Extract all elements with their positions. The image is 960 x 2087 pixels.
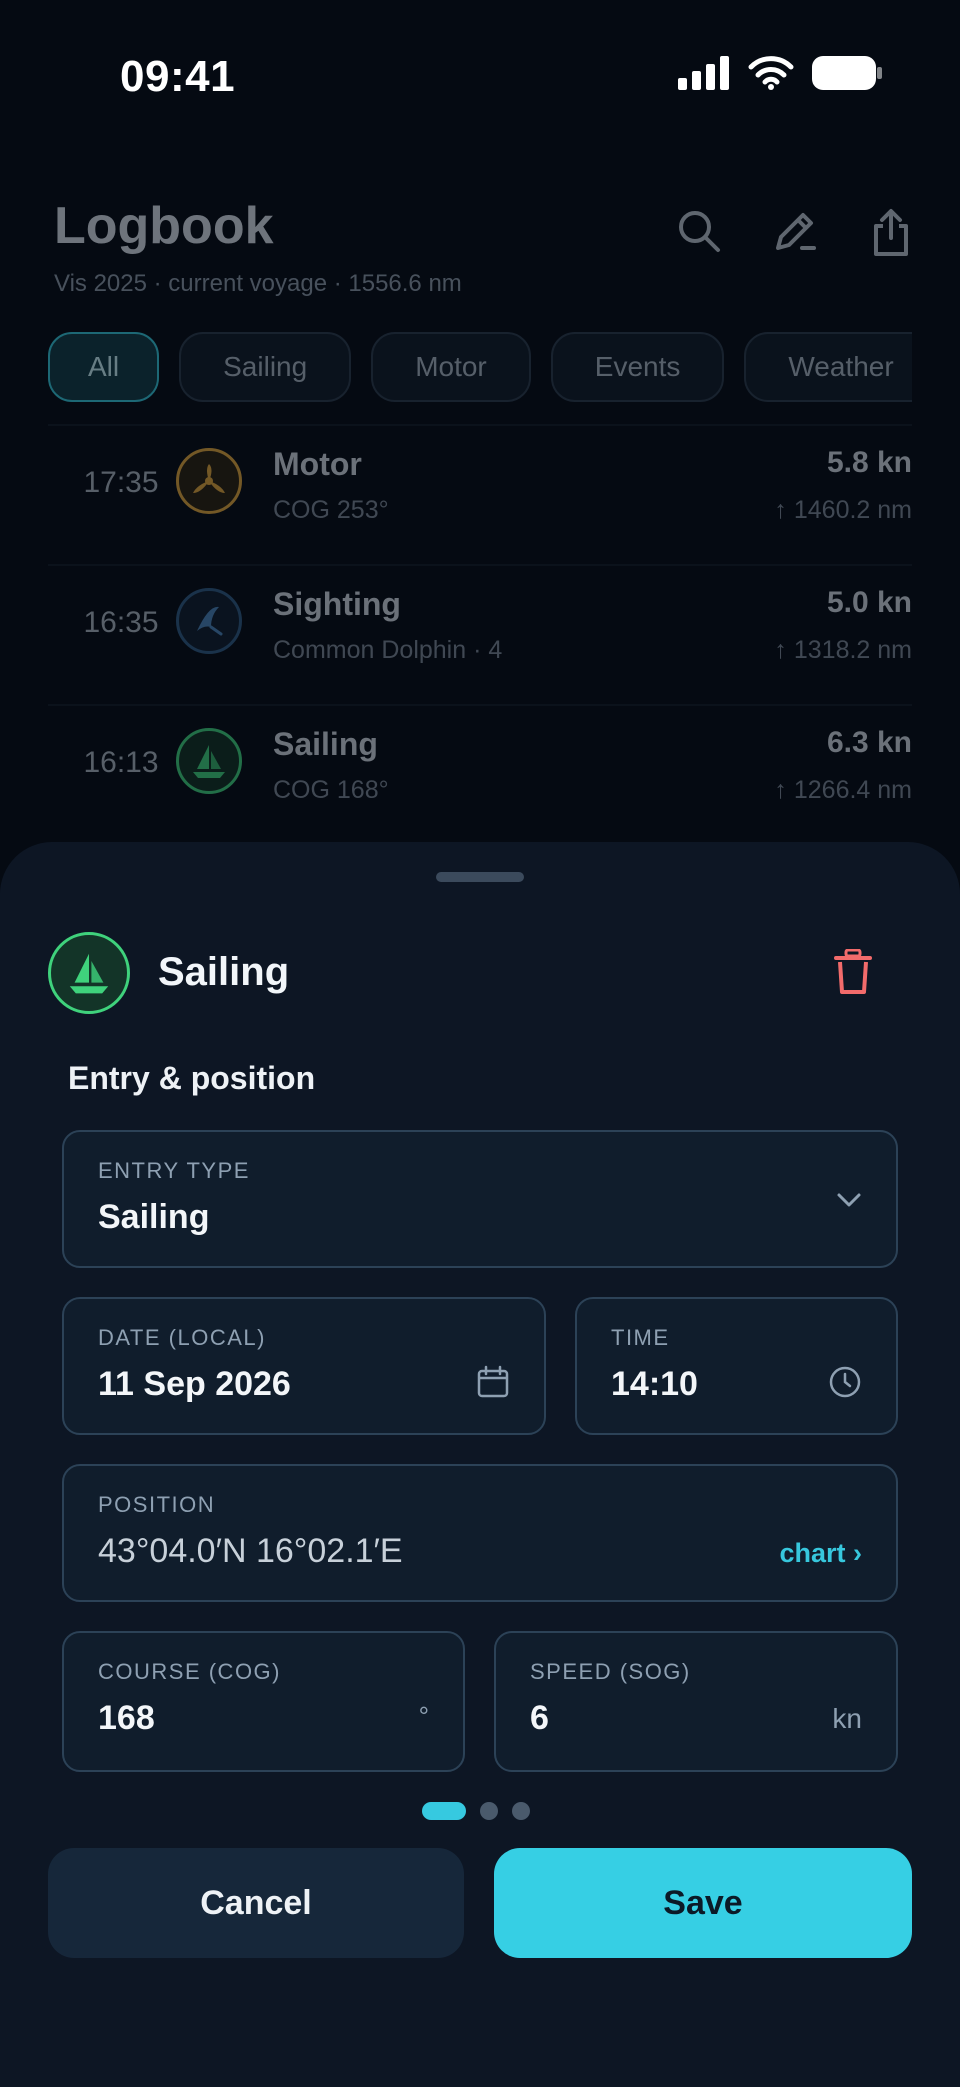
- calendar-icon[interactable]: [476, 1365, 510, 1399]
- speed-input[interactable]: SPEED (SOG) 6 kn: [494, 1631, 898, 1772]
- position-field[interactable]: POSITION 43°04.0′N 16°02.1′E chart ›: [62, 1464, 898, 1602]
- position-label: POSITION: [98, 1492, 216, 1517]
- dolphin-fin-icon: [197, 606, 223, 636]
- section-title: Entry & position: [68, 1060, 316, 1096]
- log-entry[interactable]: 17:35 Motor COG 253° 5.8 kn ↑ 1460.2 nm: [48, 424, 912, 564]
- course-input[interactable]: COURSE (COG) 168 °: [62, 1631, 465, 1772]
- date-label: DATE (LOCAL): [98, 1325, 266, 1350]
- voyage-subtitle: Vis 2025 · current voyage · 1556.6 nm: [54, 270, 462, 297]
- status-bar: 09:41: [0, 0, 960, 150]
- entry-type-label: ENTRY TYPE: [98, 1158, 250, 1183]
- log-entry[interactable]: 16:13 Sailing COG 168° 6.3 kn ↑ 1266.4 n…: [48, 704, 912, 844]
- time-label: TIME: [611, 1325, 670, 1350]
- entry-type-value: Sailing: [98, 1198, 210, 1236]
- log-entry-detail: COG 253°: [273, 496, 389, 524]
- page-indicator: [422, 1802, 530, 1820]
- log-entry[interactable]: 16:35 Sighting Common Dolphin · 4 5.0 kn…: [48, 564, 912, 704]
- log-entry-distance: ↑ 1266.4 nm: [774, 776, 912, 804]
- log-entry-speed: 5.0 kn: [826, 586, 912, 619]
- propeller-icon: [193, 464, 225, 493]
- position-value: 43°04.0′N 16°02.1′E: [98, 1532, 403, 1570]
- trash-icon: [834, 949, 872, 994]
- filter-chip-all[interactable]: All: [48, 332, 160, 402]
- status-time: 09:41: [120, 52, 236, 101]
- wifi-icon: [748, 56, 794, 90]
- course-unit: °: [418, 1701, 429, 1731]
- log-entry-name: Sailing: [273, 726, 378, 762]
- course-label: COURSE (COG): [98, 1659, 281, 1684]
- log-entry-speed: 5.8 kn: [826, 446, 912, 479]
- filter-chip-sailing[interactable]: Sailing: [179, 332, 352, 402]
- log-entry-time: 17:35: [83, 466, 159, 499]
- battery-icon: [812, 56, 882, 90]
- chart-link[interactable]: chart ›: [779, 1538, 862, 1569]
- logbook-background: 09:41 Logbook Vis 2025 · current voyage …: [0, 0, 960, 900]
- log-entry-name: Sighting: [273, 586, 401, 622]
- date-value: 11 Sep 2026: [98, 1365, 291, 1403]
- log-entry-distance: ↑ 1318.2 nm: [774, 636, 912, 664]
- share-icon[interactable]: [868, 208, 914, 258]
- sailboat-icon: [69, 953, 109, 994]
- speed-unit: kn: [832, 1703, 862, 1734]
- speed-value: 6: [530, 1699, 549, 1737]
- filter-chips: All Sailing Motor Events Weather: [48, 332, 912, 404]
- page-dot[interactable]: [480, 1802, 498, 1820]
- log-entry-time: 16:13: [83, 746, 159, 779]
- time-value: 14:10: [611, 1365, 698, 1403]
- entry-type-select[interactable]: ENTRY TYPE Sailing: [62, 1130, 898, 1268]
- sheet-title: Sailing: [158, 950, 290, 994]
- date-field[interactable]: DATE (LOCAL) 11 Sep 2026: [62, 1297, 546, 1435]
- edit-icon[interactable]: [772, 208, 818, 254]
- search-icon[interactable]: [676, 208, 722, 254]
- delete-button[interactable]: [826, 942, 880, 1002]
- log-list: 17:35 Motor COG 253° 5.8 kn ↑ 1460.2 nm …: [48, 424, 912, 844]
- save-button[interactable]: Save: [494, 1848, 912, 1958]
- log-entry-detail: COG 168°: [273, 776, 389, 804]
- page-dot[interactable]: [512, 1802, 530, 1820]
- page-dot-active[interactable]: [422, 1802, 466, 1820]
- cancel-button[interactable]: Cancel: [48, 1848, 464, 1958]
- speed-label: SPEED (SOG): [530, 1659, 691, 1684]
- log-entry-time: 16:35: [83, 606, 159, 639]
- log-entry-detail: Common Dolphin · 4: [273, 636, 503, 664]
- filter-chip-motor[interactable]: Motor: [371, 332, 531, 402]
- sheet-header: Sailing: [48, 932, 912, 1016]
- course-value: 168: [98, 1699, 155, 1737]
- log-entry-distance: ↑ 1460.2 nm: [774, 496, 912, 524]
- chevron-down-icon: [837, 1193, 861, 1207]
- logbook-header: Logbook Vis 2025 · current voyage · 1556…: [54, 196, 914, 298]
- time-field[interactable]: TIME 14:10: [575, 1297, 898, 1435]
- edit-entry-sheet: Sailing Entry & position ENTRY TYPE Sail…: [0, 842, 960, 2087]
- sailboat-icon: [193, 745, 225, 778]
- sheet-drag-handle[interactable]: [436, 872, 524, 882]
- signal-icon: [678, 56, 729, 90]
- log-entry-name: Motor: [273, 446, 362, 482]
- log-entry-speed: 6.3 kn: [826, 726, 912, 759]
- filter-chip-weather[interactable]: Weather: [744, 332, 912, 402]
- filter-chip-events[interactable]: Events: [550, 332, 725, 402]
- clock-icon[interactable]: [828, 1365, 862, 1399]
